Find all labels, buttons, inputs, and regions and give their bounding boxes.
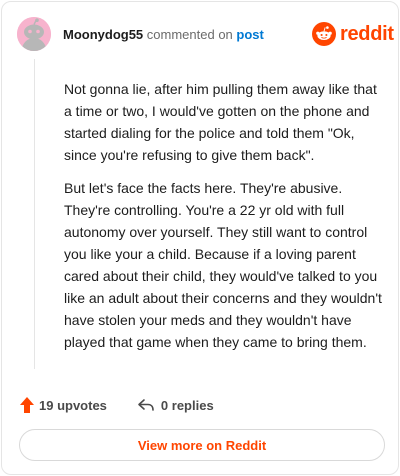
comment-header: Moonydog55 commented on post reddit [2,2,398,66]
upvote-count: 19 upvotes [39,397,107,413]
reddit-wordmark: reddit [340,23,394,45]
upvote-button[interactable]: 19 upvotes [19,396,107,414]
upvote-arrow-icon [20,397,34,413]
reddit-logo[interactable]: reddit [312,21,394,47]
post-link[interactable]: post [236,27,263,42]
view-more-on-reddit-button[interactable]: View more on Reddit [19,429,385,461]
reply-count: 0 replies [160,397,214,413]
thread-line [34,59,35,369]
comment-body: Not gonna lie, after him pulling them aw… [64,78,386,353]
comment-embed-card: Moonydog55 commented on post reddit Not … [1,1,399,475]
snoo-avatar-icon [17,17,51,51]
reply-arrow-icon [138,399,154,411]
action-text: commented on [146,27,233,42]
reply-button[interactable]: 0 replies [137,397,214,413]
comment-meta: Moonydog55 commented on post [63,27,264,43]
username-link[interactable]: Moonydog55 [63,27,143,42]
comment-paragraph: Not gonna lie, after him pulling them aw… [64,81,377,163]
reddit-snoo-icon [312,22,336,46]
comment-footer: 19 upvotes 0 replies [19,393,214,417]
user-avatar[interactable] [17,17,51,51]
comment-paragraph: But let's face the facts here. They're a… [64,180,382,350]
